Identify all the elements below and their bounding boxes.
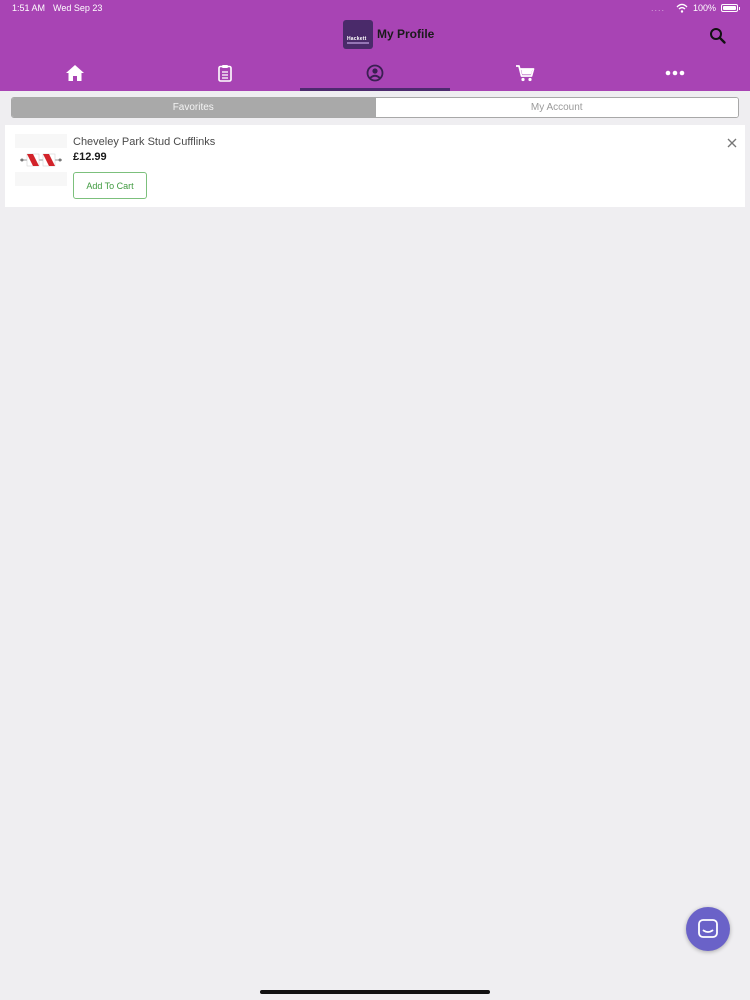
tab-more[interactable] — [600, 56, 750, 91]
chat-launcher-button[interactable] — [686, 907, 730, 951]
more-icon — [665, 70, 685, 76]
cart-icon — [516, 65, 535, 82]
remove-favorite-button[interactable] — [725, 136, 739, 150]
product-price: £12.99 — [73, 151, 107, 163]
status-bar: 1:51 AM Wed Sep 23 .... 100% — [0, 0, 750, 18]
tab-home[interactable] — [0, 56, 150, 91]
favorite-item: Cheveley Park Stud Cufflinks £12.99 Add … — [5, 125, 745, 207]
brand-logo: Hackett — [343, 20, 373, 49]
page-title: My Profile — [377, 27, 435, 41]
product-name[interactable]: Cheveley Park Stud Cufflinks — [73, 136, 215, 148]
wifi-icon — [676, 3, 688, 13]
chat-icon — [698, 919, 718, 938]
segment-my-account[interactable]: My Account — [374, 98, 738, 117]
status-indicators: .... 100% — [650, 3, 740, 13]
home-indicator — [260, 990, 490, 994]
tab-profile[interactable] — [300, 56, 450, 91]
signal-dots-icon: .... — [650, 3, 665, 13]
close-icon — [727, 138, 737, 148]
product-image[interactable] — [15, 134, 67, 186]
cufflinks-image — [20, 153, 62, 167]
add-to-cart-button[interactable]: Add To Cart — [73, 172, 147, 199]
app-header: 1:51 AM Wed Sep 23 .... 100% Hackett My … — [0, 0, 750, 91]
profile-segmented-control: Favorites My Account — [11, 97, 739, 118]
segment-favorites[interactable]: Favorites — [12, 98, 375, 117]
profile-icon — [366, 64, 384, 82]
clipboard-icon — [218, 65, 232, 82]
tab-cart[interactable] — [450, 56, 600, 91]
active-tab-indicator — [300, 88, 450, 91]
battery-percent: 100% — [692, 3, 716, 13]
status-time: 1:51 AM — [12, 3, 46, 13]
battery-icon — [721, 4, 740, 12]
tab-orders[interactable] — [150, 56, 300, 91]
status-date: Wed Sep 23 — [53, 3, 103, 13]
search-icon — [710, 28, 726, 44]
home-icon — [66, 65, 84, 81]
search-button[interactable] — [709, 27, 727, 45]
